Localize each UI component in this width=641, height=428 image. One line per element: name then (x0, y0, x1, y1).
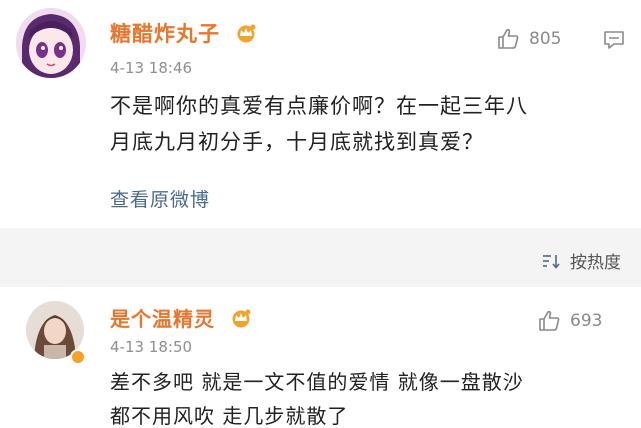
comment-item: 是个温精灵 4-13 18:50 693 差不多吧 就是一文不值的爱情 就像一盘… (0, 287, 641, 428)
anime-avatar-icon (16, 8, 86, 78)
sort-bar: 按热度 (0, 228, 641, 287)
verified-badge-icon (70, 349, 86, 365)
thumbs-up-icon (539, 310, 560, 331)
comment-item: 糖醋炸丸子 4-13 18:46 805 不是啊你的真爱有点廉价啊？在一起三年八… (0, 0, 641, 228)
vip-crown-icon (234, 23, 258, 48)
like-count: 805 (529, 29, 562, 49)
thumbs-up-icon (498, 28, 519, 49)
avatar[interactable] (16, 8, 86, 78)
comment-text: 差不多吧 就是一文不值的爱情 就像一盘散沙 都不用风吹 走几步就散了 (110, 370, 524, 428)
like-count: 693 (570, 311, 603, 331)
sort-label[interactable]: 按热度 (570, 248, 621, 273)
vip-crown-icon (229, 308, 253, 333)
view-original-link[interactable]: 查看原微博 (110, 185, 210, 212)
username[interactable]: 糖醋炸丸子 (110, 18, 258, 48)
comment-time: 4-13 18:50 (110, 338, 193, 356)
sort-icon (543, 254, 560, 269)
like-button[interactable]: 805 (497, 27, 561, 51)
like-button[interactable]: 693 (538, 309, 602, 333)
comment-time: 4-13 18:46 (110, 59, 193, 77)
sort-by-hot-button[interactable]: 按热度 (542, 248, 621, 273)
username[interactable]: 是个温精灵 (110, 303, 253, 333)
comment-text: 不是啊你的真爱有点廉价啊？在一起三年八 月底九月初分手，十月底就找到真爱？ (110, 94, 528, 154)
reply-icon[interactable] (603, 30, 625, 54)
